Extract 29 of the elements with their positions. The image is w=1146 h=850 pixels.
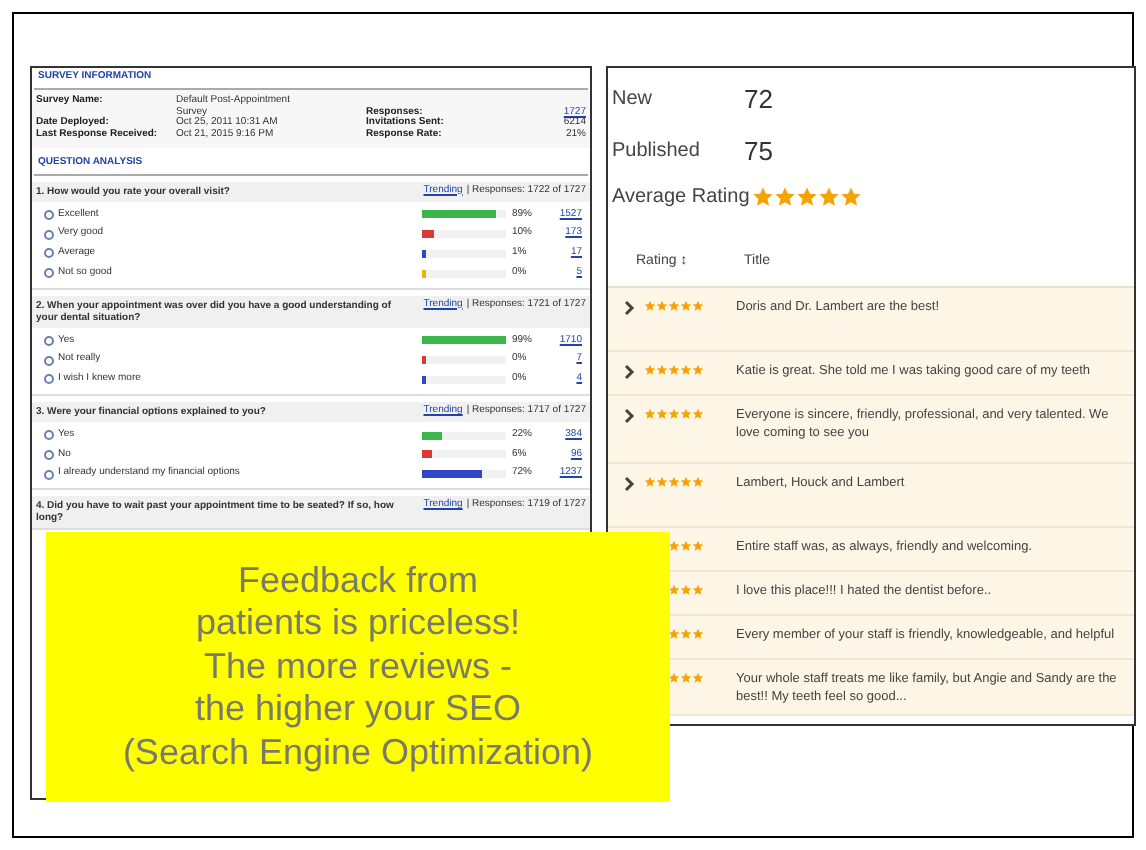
stat-label: Published — [612, 137, 702, 166]
star-icon — [774, 186, 796, 208]
stat-label: Average Rating — [612, 184, 752, 212]
star-icon — [752, 186, 774, 208]
radio-button[interactable] — [44, 209, 54, 220]
radio-button[interactable] — [44, 268, 54, 279]
callout-text: patients is priceless! — [195, 602, 521, 646]
radio-button[interactable] — [44, 229, 54, 240]
callout-text: the higher your SEO — [194, 688, 522, 732]
radio-button[interactable] — [44, 248, 54, 259]
callout-text: The more reviews - — [203, 645, 513, 689]
chevron-icon[interactable] — [624, 299, 636, 315]
star-icon — [818, 186, 840, 208]
star-icon — [796, 186, 818, 208]
callout-text: Feedback from — [237, 559, 479, 603]
stat-value: 75 — [744, 133, 773, 169]
radio-button[interactable] — [44, 335, 54, 346]
star-icon — [840, 186, 862, 208]
radio-button[interactable] — [44, 430, 54, 441]
radio-button[interactable] — [44, 374, 54, 385]
radio-button[interactable] — [44, 355, 54, 366]
radio-button[interactable] — [44, 469, 54, 480]
stat-value: 72 — [744, 82, 773, 118]
chevron-icon[interactable] — [624, 363, 636, 379]
radio-button[interactable] — [44, 449, 54, 460]
chevron-icon[interactable] — [624, 475, 636, 491]
callout-text: (Search Engine Optimization) — [122, 731, 594, 775]
chevron-icon[interactable] — [624, 407, 636, 423]
stat-label: New — [612, 86, 655, 115]
